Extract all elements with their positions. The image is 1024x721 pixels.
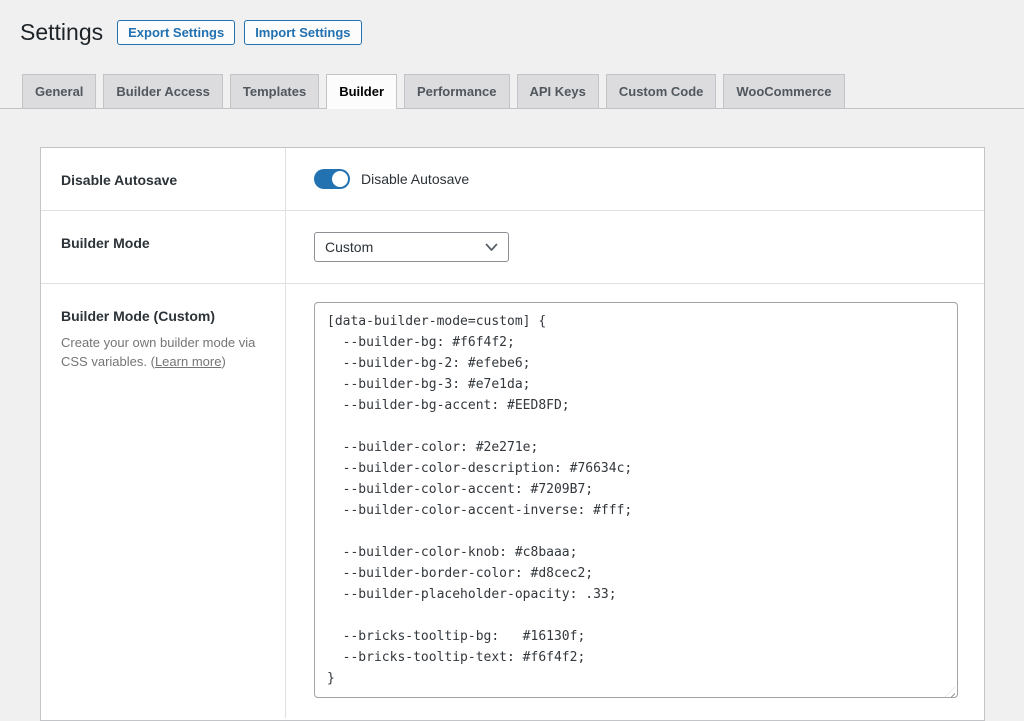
setting-label: Disable Autosave	[61, 172, 178, 188]
custom-css-textarea-wrap: [data-builder-mode=custom] { --builder-b…	[314, 302, 958, 703]
tab-builder-access[interactable]: Builder Access	[103, 74, 223, 108]
page-header: Settings Export Settings Import Settings	[0, 0, 1024, 45]
tab-api-keys[interactable]: API Keys	[516, 74, 599, 108]
custom-css-textarea[interactable]: [data-builder-mode=custom] { --builder-b…	[314, 302, 958, 698]
tab-custom-code[interactable]: Custom Code	[605, 74, 717, 108]
disable-autosave-toggle[interactable]	[314, 169, 350, 189]
setting-control-cell: [data-builder-mode=custom] { --builder-b…	[286, 284, 984, 718]
setting-row-builder-mode-custom: Builder Mode (Custom) Create your own bu…	[41, 284, 984, 718]
learn-more-link[interactable]: Learn more	[155, 354, 221, 369]
settings-tab-bar: General Builder Access Templates Builder…	[0, 74, 1024, 109]
setting-row-disable-autosave: Disable Autosave Disable Autosave	[41, 148, 984, 211]
setting-label-cell: Builder Mode (Custom) Create your own bu…	[41, 284, 286, 718]
setting-label-cell: Disable Autosave	[41, 148, 286, 210]
setting-label: Builder Mode	[61, 235, 150, 251]
setting-control-cell: Disable Autosave	[286, 148, 984, 210]
toggle-label: Disable Autosave	[361, 171, 470, 187]
setting-label: Builder Mode (Custom)	[61, 308, 215, 324]
builder-mode-select[interactable]: Custom	[314, 232, 509, 262]
settings-table: Disable Autosave Disable Autosave Builde…	[40, 147, 985, 721]
settings-content: Disable Autosave Disable Autosave Builde…	[0, 147, 1024, 721]
tab-templates[interactable]: Templates	[229, 74, 320, 108]
toggle-knob-icon	[332, 171, 348, 187]
tab-woocommerce[interactable]: WooCommerce	[723, 74, 845, 108]
setting-label-cell: Builder Mode	[41, 211, 286, 283]
setting-row-builder-mode: Builder Mode Custom	[41, 211, 984, 284]
tab-performance[interactable]: Performance	[404, 74, 510, 108]
setting-description: Create your own builder mode via CSS var…	[61, 334, 265, 372]
builder-mode-select-wrap: Custom	[314, 232, 509, 262]
paren-close: )	[221, 353, 226, 369]
tab-general[interactable]: General	[22, 74, 97, 108]
tab-builder[interactable]: Builder	[326, 74, 398, 109]
import-settings-button[interactable]: Import Settings	[244, 19, 362, 45]
page-title: Settings	[20, 19, 104, 45]
export-settings-button[interactable]: Export Settings	[117, 19, 236, 45]
setting-control-cell: Custom	[286, 211, 984, 283]
